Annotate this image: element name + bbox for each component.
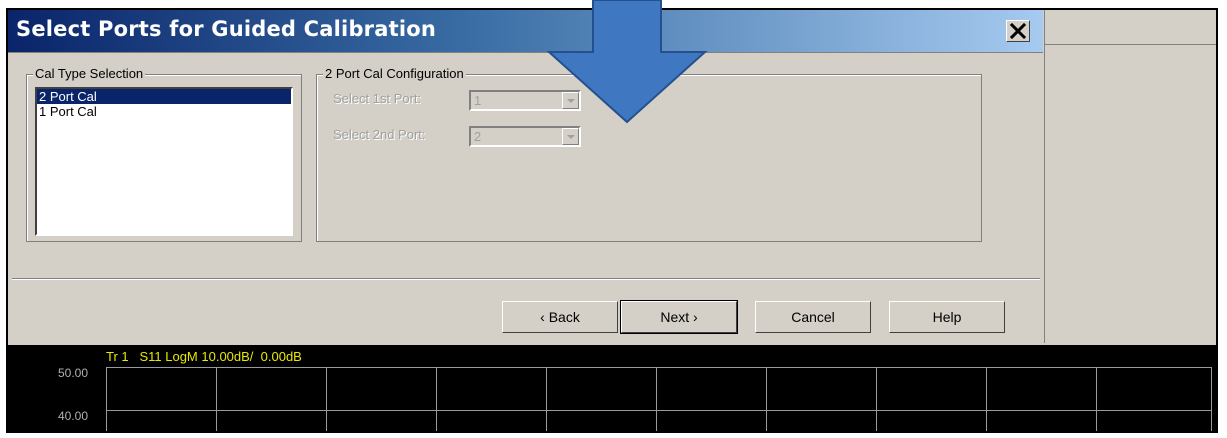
next-button[interactable]: Next ›: [620, 300, 738, 334]
second-port-select[interactable]: 2: [469, 126, 581, 147]
first-port-value: 1: [474, 93, 482, 108]
help-button[interactable]: Help: [889, 301, 1005, 333]
side-panel: [1044, 10, 1216, 343]
cal-type-legend: Cal Type Selection: [33, 66, 146, 81]
list-item-1-port-cal[interactable]: 1 Port Cal: [37, 104, 291, 119]
cancel-button[interactable]: Cancel: [755, 301, 871, 333]
trace-grid: [106, 367, 1212, 431]
chevron-down-icon[interactable]: [562, 128, 579, 145]
port-config-legend: 2 Port Cal Configuration: [323, 66, 466, 81]
arrow-down-icon: [546, 0, 708, 124]
trace-display: Tr 1 S11 LogM 10.00dB/ 0.00dB 50.00 40.0…: [8, 345, 1216, 431]
cal-type-listbox[interactable]: 2 Port Cal 1 Port Cal: [35, 87, 293, 236]
cal-type-group: Cal Type Selection 2 Port Cal 1 Port Cal: [26, 66, 302, 242]
dialog-title-bar[interactable]: Select Ports for Guided Calibration: [8, 10, 1043, 53]
dialog-title: Select Ports for Guided Calibration: [16, 17, 437, 41]
back-button[interactable]: ‹ Back: [502, 301, 618, 333]
first-port-label: Select 1st Port:: [333, 91, 422, 106]
dialog-separator: [12, 278, 1040, 280]
second-port-label: Select 2nd Port:: [333, 127, 426, 142]
side-panel-divider: [1045, 44, 1216, 45]
list-item-2-port-cal[interactable]: 2 Port Cal: [37, 89, 291, 104]
close-button[interactable]: [1006, 20, 1030, 42]
second-port-value: 2: [474, 129, 482, 144]
close-icon: [1010, 23, 1026, 39]
